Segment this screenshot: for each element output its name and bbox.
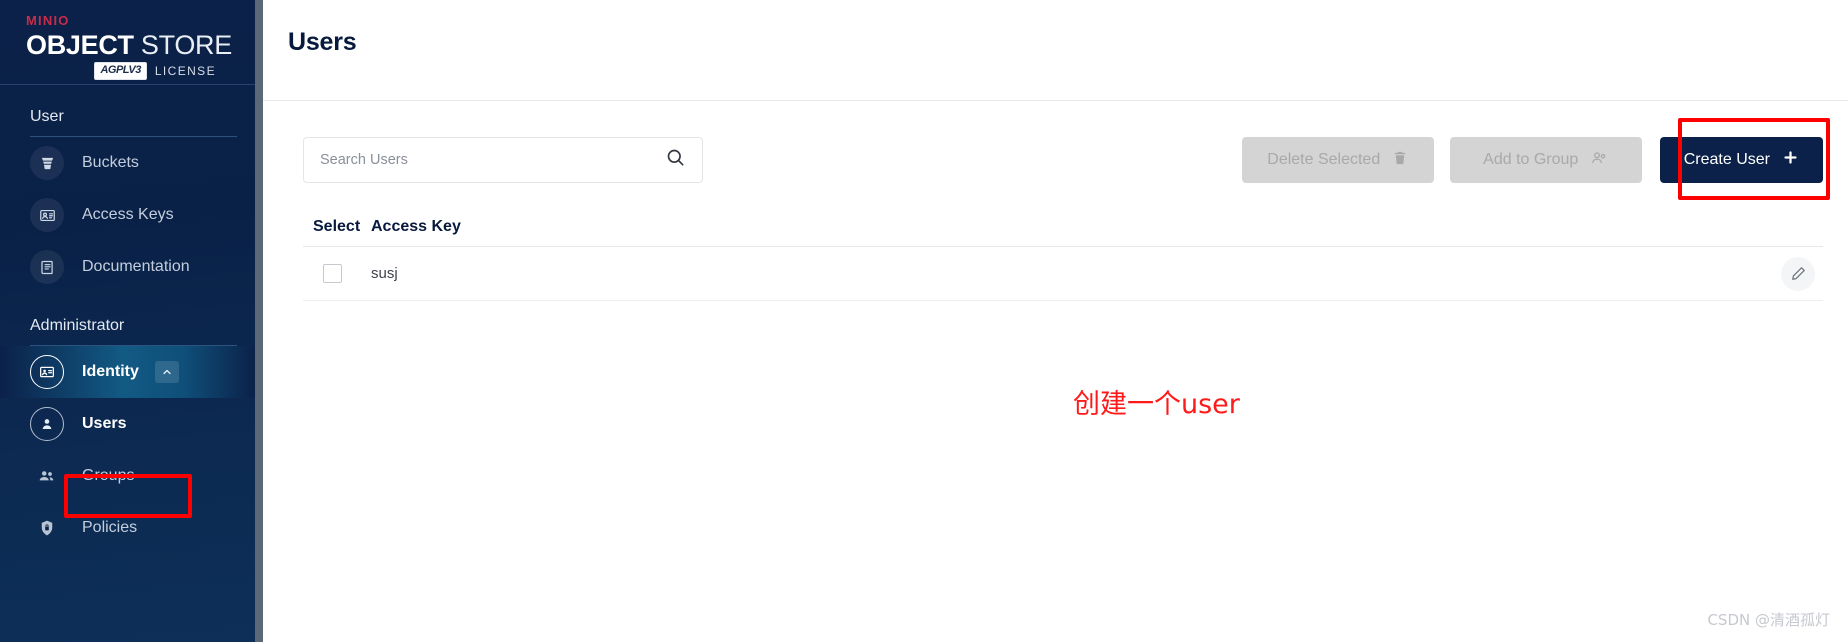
table-header-row: Select Access Key bbox=[303, 210, 1823, 244]
license-label: LICENSE bbox=[154, 63, 216, 78]
shield-lock-icon bbox=[30, 511, 64, 545]
sidebar-top-divider bbox=[0, 84, 255, 85]
sidebar-item-label-access-keys: Access Keys bbox=[82, 206, 174, 223]
search-icon[interactable] bbox=[665, 147, 686, 173]
trash-icon bbox=[1392, 150, 1408, 171]
sidebar-item-label-identity: Identity bbox=[82, 363, 139, 380]
row-checkbox[interactable] bbox=[323, 264, 342, 283]
nav-section-label-administrator: Administrator bbox=[30, 317, 125, 334]
bucket-icon bbox=[30, 146, 64, 180]
row-select-cell bbox=[313, 264, 371, 283]
plus-icon bbox=[1782, 149, 1799, 171]
license-row: AGPLV3 LICENSE bbox=[26, 62, 216, 80]
agpl-badge: AGPLV3 bbox=[94, 62, 147, 80]
minio-wordmark-min: MIN bbox=[26, 13, 54, 28]
create-user-button[interactable]: Create User bbox=[1659, 137, 1823, 183]
sidebar: MINIO OBJECT STORE AGPLV3 LICENSE User B… bbox=[0, 0, 255, 642]
page-header: Users bbox=[263, 0, 1848, 101]
sidebar-item-label-users: Users bbox=[82, 415, 127, 432]
search-input[interactable] bbox=[320, 152, 665, 168]
sidebar-item-documentation[interactable]: Documentation bbox=[0, 241, 255, 293]
csdn-watermark: CSDN @清酒孤灯 bbox=[1707, 611, 1830, 629]
sidebar-item-policies[interactable]: Policies bbox=[0, 502, 255, 554]
sidebar-item-label-groups: Groups bbox=[82, 467, 135, 484]
create-user-button-wrap: Create User bbox=[1659, 137, 1823, 183]
sidebar-item-access-keys[interactable]: Access Keys bbox=[0, 189, 255, 241]
wordmark-store: STORE bbox=[133, 30, 232, 60]
delete-selected-button[interactable]: Delete Selected bbox=[1241, 137, 1434, 183]
add-to-group-label: Add to Group bbox=[1483, 151, 1579, 168]
table-row[interactable]: susj bbox=[303, 247, 1823, 301]
column-header-access-key: Access Key bbox=[371, 218, 461, 235]
content-area: Delete Selected Add to Group Create User bbox=[263, 100, 1848, 420]
sidebar-item-identity[interactable]: Identity bbox=[0, 346, 255, 398]
sidebar-item-buckets[interactable]: Buckets bbox=[0, 137, 255, 189]
sidebar-rail bbox=[255, 0, 263, 642]
users-table: Select Access Key susj bbox=[303, 210, 1823, 301]
search-box[interactable] bbox=[303, 137, 703, 183]
sidebar-item-groups[interactable]: Groups bbox=[0, 450, 255, 502]
groups-icon bbox=[30, 459, 64, 493]
nav-section-label-user: User bbox=[30, 108, 64, 125]
pencil-icon[interactable] bbox=[1781, 256, 1815, 291]
group-add-icon bbox=[1590, 149, 1608, 172]
main-content: Users Delete Selected bbox=[263, 0, 1848, 642]
app-root: MINIO OBJECT STORE AGPLV3 LICENSE User B… bbox=[0, 0, 1848, 642]
nav-section-administrator: Administrator Identity Users Groups Poli… bbox=[0, 293, 255, 554]
column-header-select: Select bbox=[313, 218, 361, 235]
minio-wordmark-io: IO bbox=[53, 13, 70, 28]
object-store-wordmark: OBJECT STORE bbox=[26, 31, 255, 59]
toolbar: Delete Selected Add to Group Create User bbox=[303, 136, 1823, 184]
sidebar-item-label-documentation: Documentation bbox=[82, 258, 190, 275]
sidebar-item-label-buckets: Buckets bbox=[82, 154, 139, 171]
user-icon bbox=[30, 407, 64, 441]
sidebar-item-label-policies: Policies bbox=[82, 519, 138, 536]
identity-icon bbox=[30, 355, 64, 389]
delete-selected-label: Delete Selected bbox=[1267, 151, 1381, 168]
book-icon bbox=[30, 250, 64, 284]
chevron-up-icon[interactable] bbox=[154, 361, 179, 383]
nav-section-user: User Buckets Access Keys Documentation bbox=[0, 84, 255, 293]
brand-logo: MINIO OBJECT STORE AGPLV3 LICENSE bbox=[0, 0, 255, 84]
sidebar-item-users[interactable]: Users bbox=[0, 398, 255, 450]
minio-wordmark: MINIO bbox=[26, 14, 255, 27]
id-card-icon bbox=[30, 198, 64, 232]
row-access-key: susj bbox=[371, 265, 398, 282]
wordmark-object: OBJECT bbox=[26, 30, 134, 60]
create-user-label: Create User bbox=[1683, 151, 1770, 168]
add-to-group-button[interactable]: Add to Group bbox=[1449, 137, 1642, 183]
page-title: Users bbox=[288, 28, 357, 56]
annotation-note-text: 创建一个user bbox=[1073, 389, 1240, 420]
